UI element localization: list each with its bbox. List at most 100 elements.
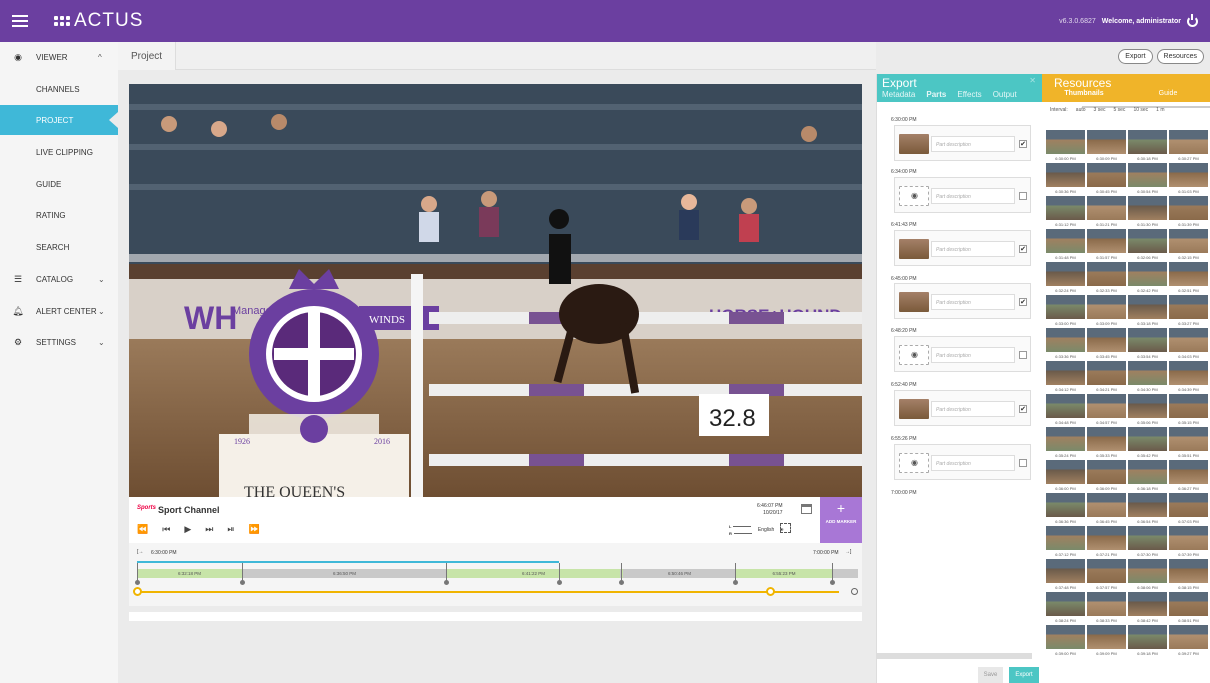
fullscreen-icon[interactable] <box>780 523 791 533</box>
part-checkbox[interactable]: ✔ <box>1019 245 1027 253</box>
thumbnail-item[interactable]: 6:35:33 PM <box>1087 427 1126 460</box>
thumbnail-item[interactable]: 6:39:00 PM <box>1046 625 1085 658</box>
thumbnail-item[interactable]: 6:39:18 PM <box>1128 625 1167 658</box>
close-icon[interactable]: ✕ <box>1029 76 1036 85</box>
thumbnail-item[interactable]: 6:33:54 PM <box>1128 328 1167 361</box>
thumbnail-item[interactable]: 6:35:06 PM <box>1128 394 1167 427</box>
thumbnail-item[interactable]: 6:35:51 PM <box>1169 427 1208 460</box>
part-checkbox[interactable] <box>1019 351 1027 359</box>
thumbnail-item[interactable]: 6:32:24 PM <box>1046 262 1085 295</box>
timeline-marker[interactable] <box>619 563 624 585</box>
skip-forward-icon[interactable]: ⏯ <box>227 524 234 535</box>
thumbnail-item[interactable]: 6:33:36 PM <box>1046 328 1085 361</box>
sidebar-item-live-clipping[interactable]: LIVE CLIPPING <box>0 137 118 167</box>
thumbnail-item[interactable]: 6:31:12 PM <box>1046 196 1085 229</box>
thumbnail-item[interactable]: 6:32:06 PM <box>1128 229 1167 262</box>
interval-option[interactable]: 5 sec <box>1113 107 1125 113</box>
thumbnail-item[interactable]: 6:34:12 PM <box>1046 361 1085 394</box>
thumbnail-item[interactable]: 6:31:48 PM <box>1046 229 1085 262</box>
thumbnail-item[interactable]: 6:34:48 PM <box>1046 394 1085 427</box>
selection-start-handle[interactable] <box>133 587 142 596</box>
thumbnail-item[interactable]: 6:34:30 PM <box>1128 361 1167 394</box>
sidebar-item-guide[interactable]: GUIDE <box>0 169 118 199</box>
thumbnail-item[interactable]: 6:38:33 PM <box>1087 592 1126 625</box>
thumbnail-item[interactable]: 6:37:30 PM <box>1128 526 1167 559</box>
timeline-start-icon[interactable]: [→ <box>137 549 143 555</box>
thumbnail-item[interactable]: 6:36:54 PM <box>1128 493 1167 526</box>
calendar-icon[interactable] <box>801 504 812 514</box>
thumbnail-item[interactable]: 6:31:03 PM <box>1169 163 1208 196</box>
part-description-input[interactable]: Part description <box>931 347 1015 363</box>
resources-toggle-button[interactable]: Resources <box>1156 49 1204 64</box>
thumbnail-item[interactable]: 6:32:15 PM <box>1169 229 1208 262</box>
zoom-magnifier-icon[interactable] <box>851 588 858 595</box>
sidebar-item-channels[interactable]: CHANNELS <box>0 74 118 104</box>
part-thumbnail[interactable] <box>899 292 929 312</box>
part-description-input[interactable]: Part description <box>931 136 1015 152</box>
thumbnail-item[interactable]: 6:31:39 PM <box>1169 196 1208 229</box>
camera-icon[interactable] <box>899 453 929 473</box>
timeline-segment[interactable]: 6:55:23 PM <box>736 569 832 578</box>
tab-effects[interactable]: Effects <box>957 90 981 99</box>
thumbnail-item[interactable]: 6:34:03 PM <box>1169 328 1208 361</box>
hamburger-menu-icon[interactable] <box>12 15 28 27</box>
tab-output[interactable]: Output <box>993 90 1017 99</box>
part-description-input[interactable]: Part description <box>931 294 1015 310</box>
rewind-icon[interactable]: ⏪ <box>137 524 148 535</box>
part-description-input[interactable]: Part description <box>931 241 1015 257</box>
thumbnail-item[interactable]: 6:33:27 PM <box>1169 295 1208 328</box>
thumbnail-item[interactable]: 6:39:09 PM <box>1087 625 1126 658</box>
timeline-track[interactable]: 6:32:18 PM 6:36:50 PM 6:41:22 PM 6:45:55… <box>135 563 858 585</box>
part-thumbnail[interactable] <box>899 239 929 259</box>
thumbnail-item[interactable]: 6:34:39 PM <box>1169 361 1208 394</box>
thumbnail-item[interactable]: 6:34:57 PM <box>1087 394 1126 427</box>
sidebar-item-viewer[interactable]: ◉ VIEWER ^ <box>0 42 118 72</box>
export-button[interactable]: Export <box>1009 667 1039 683</box>
thumbnail-item[interactable]: 6:36:45 PM <box>1087 493 1126 526</box>
thumbnail-item[interactable]: 6:37:21 PM <box>1087 526 1126 559</box>
thumbnail-item[interactable]: 6:36:00 PM <box>1046 460 1085 493</box>
camera-icon[interactable] <box>899 345 929 365</box>
thumbnail-item[interactable]: 6:39:27 PM <box>1169 625 1208 658</box>
timeline-marker[interactable] <box>135 563 140 585</box>
thumbnail-item[interactable]: 6:37:03 PM <box>1169 493 1208 526</box>
sidebar-item-settings[interactable]: ⚙ SETTINGS ⌄ <box>0 327 118 357</box>
interval-option[interactable]: 1 m <box>1156 107 1164 113</box>
interval-option[interactable]: 10 sec <box>1133 107 1148 113</box>
thumbnail-item[interactable]: 6:30:54 PM <box>1128 163 1167 196</box>
part-description-input[interactable]: Part description <box>931 188 1015 204</box>
interval-option[interactable]: 3 sec <box>1094 107 1106 113</box>
thumbnail-item[interactable]: 6:35:24 PM <box>1046 427 1085 460</box>
timeline-marker[interactable] <box>240 563 245 585</box>
thumbnail-item[interactable]: 6:38:15 PM <box>1169 559 1208 592</box>
add-marker-button[interactable]: + ADD MARKER <box>820 497 862 543</box>
thumbnail-item[interactable]: 6:32:42 PM <box>1128 262 1167 295</box>
timeline-segment[interactable]: 6:50:46 PM <box>623 569 736 578</box>
video-player[interactable]: WH Managem Group WINDS HORSE+HOUND 32.8 <box>129 84 862 497</box>
timeline-marker[interactable] <box>444 563 449 585</box>
part-checkbox[interactable] <box>1019 192 1027 200</box>
language-select[interactable]: English <box>758 527 774 533</box>
play-icon[interactable]: ▶ <box>184 524 191 535</box>
sidebar-item-rating[interactable]: RATING <box>0 200 118 230</box>
timeline-segment[interactable]: 6:36:50 PM <box>243 569 446 578</box>
timeline-segment[interactable]: 6:41:22 PM <box>447 569 620 578</box>
thumbnail-item[interactable]: 6:36:09 PM <box>1087 460 1126 493</box>
step-forward-icon[interactable]: ⏭ <box>205 524 213 535</box>
thumbnail-item[interactable]: 6:30:36 PM <box>1046 163 1085 196</box>
thumbnail-item[interactable]: 6:37:57 PM <box>1087 559 1126 592</box>
part-checkbox[interactable]: ✔ <box>1019 140 1027 148</box>
selection-end-handle[interactable] <box>766 587 775 596</box>
part-thumbnail[interactable] <box>899 399 929 419</box>
tab-guide[interactable]: Guide <box>1126 90 1210 97</box>
timeline-scroll[interactable] <box>129 612 862 621</box>
thumbnail-item[interactable]: 6:36:27 PM <box>1169 460 1208 493</box>
timeline-end-icon[interactable]: →] <box>845 549 851 555</box>
thumbnail-item[interactable]: 6:34:21 PM <box>1087 361 1126 394</box>
export-horizontal-scrollbar[interactable] <box>877 653 1032 659</box>
part-checkbox[interactable] <box>1019 459 1027 467</box>
skip-back-icon[interactable]: ⏮ <box>162 524 170 535</box>
thumbnail-item[interactable]: 6:38:24 PM <box>1046 592 1085 625</box>
thumbnail-item[interactable]: 6:31:21 PM <box>1087 196 1126 229</box>
save-button[interactable]: Save <box>978 667 1003 683</box>
